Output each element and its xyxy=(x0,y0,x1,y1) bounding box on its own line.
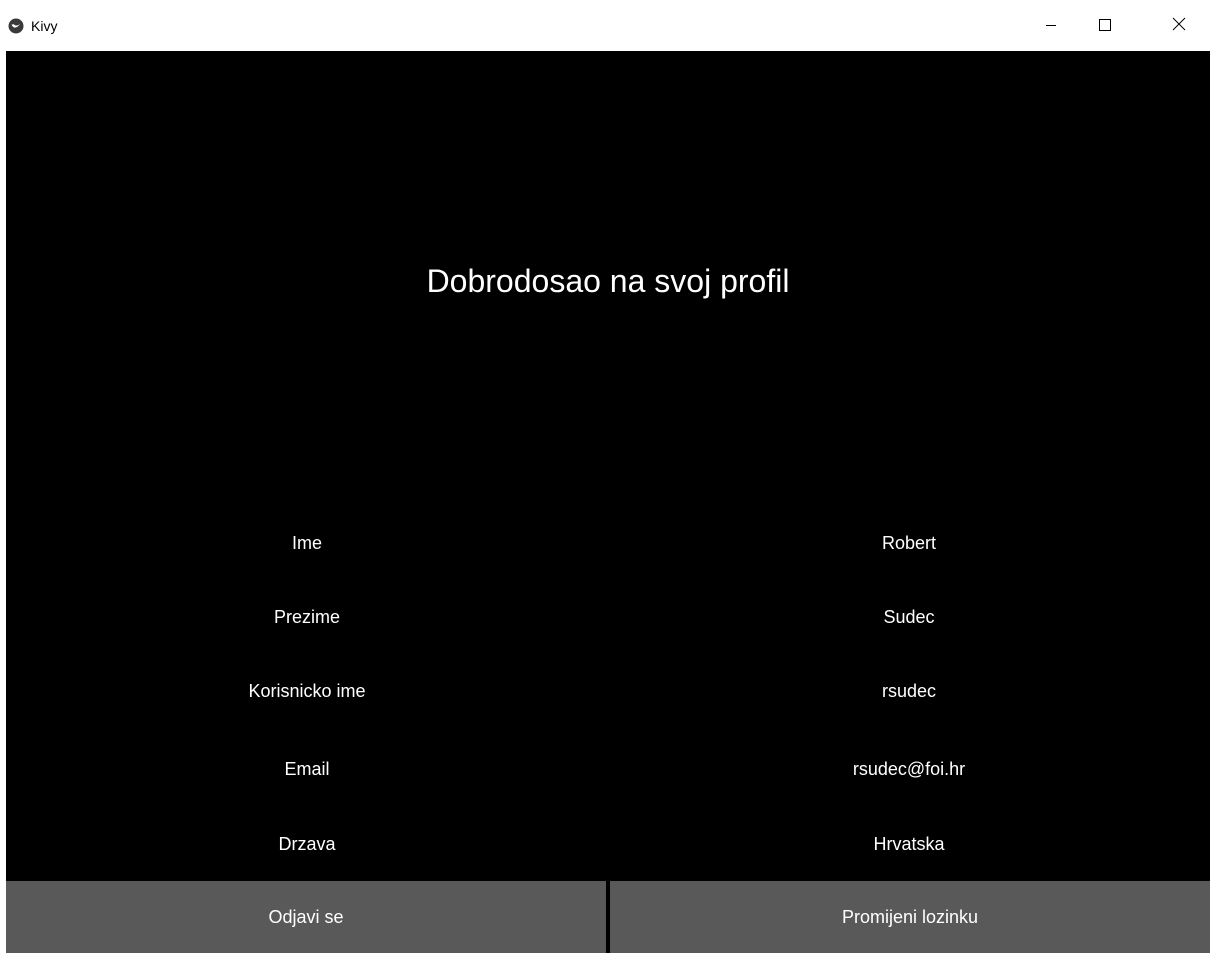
field-label-email: Email xyxy=(284,759,330,779)
maximize-icon xyxy=(1099,16,1111,35)
window-title: Kivy xyxy=(31,18,58,34)
title-bar[interactable]: Kivy xyxy=(0,0,1212,51)
field-value-prezime: Sudec xyxy=(883,607,935,627)
profile-screen: Dobrodosao na svoj profil Ime Robert Pre… xyxy=(6,51,1210,953)
change-password-button-label: Promijeni lozinku xyxy=(841,906,979,927)
maximize-button[interactable] xyxy=(1082,0,1128,51)
field-label-prezime: Prezime xyxy=(273,607,340,627)
page-title: Dobrodosao na svoj profil xyxy=(426,263,790,299)
minimize-icon xyxy=(1045,16,1057,35)
field-label-korisnicko-ime: Korisnicko ime xyxy=(248,681,366,701)
close-button[interactable] xyxy=(1156,0,1202,51)
field-label-ime: Ime xyxy=(291,533,322,553)
kivy-logo-icon xyxy=(8,18,24,34)
app-window: Kivy Dobrodosao na svoj profil Ime Rober… xyxy=(0,0,1212,953)
field-label-drzava: Drzava xyxy=(278,834,336,854)
logout-button-label: Odjavi se xyxy=(268,906,344,927)
field-value-korisnicko-ime: rsudec xyxy=(881,681,937,701)
change-password-button[interactable]: Promijeni lozinku xyxy=(610,881,1210,953)
close-icon xyxy=(1172,16,1186,35)
minimize-button[interactable] xyxy=(1028,0,1074,51)
field-value-email: rsudec@foi.hr xyxy=(852,759,966,779)
logout-button[interactable]: Odjavi se xyxy=(6,881,606,953)
field-value-drzava: Hrvatska xyxy=(873,834,945,854)
field-value-ime: Robert xyxy=(881,533,937,553)
